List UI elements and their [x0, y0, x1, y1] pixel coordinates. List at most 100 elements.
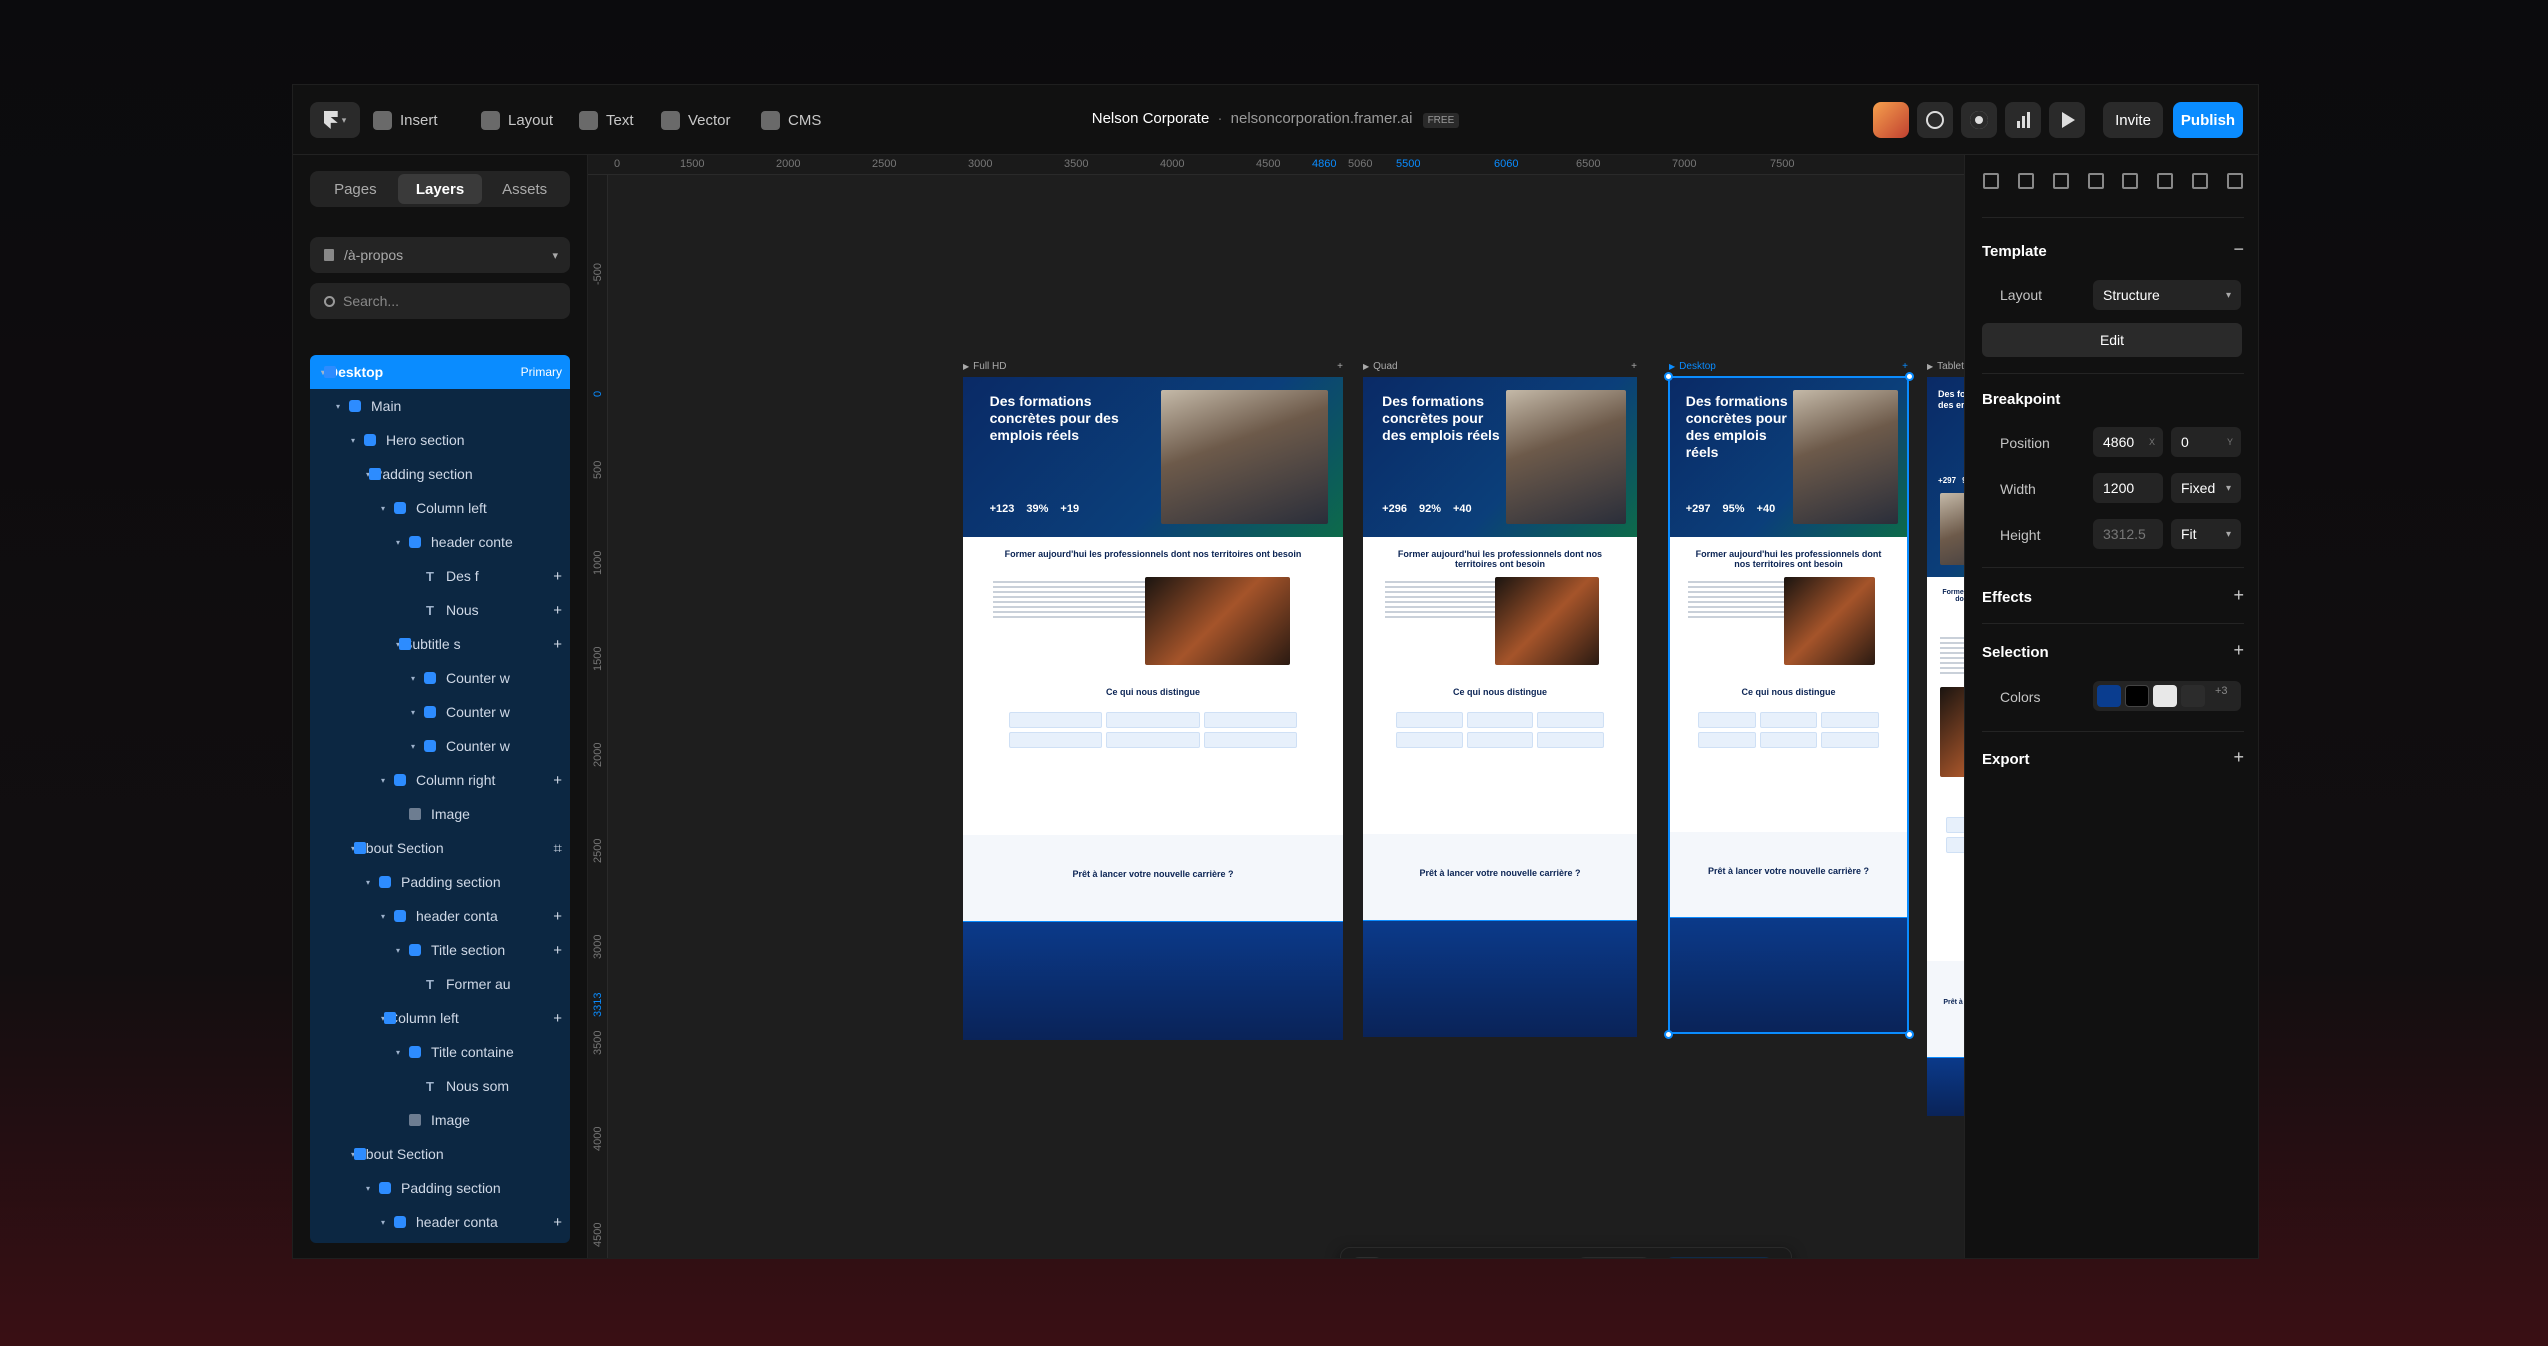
add-icon[interactable]: + — [1631, 361, 1637, 372]
layer-row[interactable]: T Des f + — [310, 559, 570, 593]
layer-row[interactable]: T Nous som — [310, 1069, 570, 1103]
page-select[interactable]: /à-propos ▾ — [310, 237, 570, 273]
frame-label[interactable]: ▶ Full HD + — [963, 359, 1343, 373]
resize-handle[interactable] — [1664, 372, 1673, 381]
expand-arrow-icon[interactable]: ▾ — [393, 946, 403, 955]
height-mode-select[interactable]: Fit ▾ — [2171, 519, 2241, 549]
layer-row[interactable]: ▾ Column right + — [310, 763, 570, 797]
breakpoint-frame[interactable]: Des formations concrètes pour des emploi… — [963, 377, 1343, 1040]
color-swatch[interactable] — [2181, 685, 2205, 707]
layer-row[interactable]: ▾ Padding section — [310, 457, 570, 491]
layer-row[interactable]: ▾ header conta + — [310, 899, 570, 933]
layer-row[interactable]: ▾ about Section ⌗ — [310, 831, 570, 865]
frame-label[interactable]: ▶ Desktop + — [1669, 359, 1908, 373]
layer-row[interactable]: ▾ about Section — [310, 1137, 570, 1171]
align-center-v-icon[interactable] — [2122, 173, 2139, 189]
expand-arrow-icon[interactable]: ▾ — [363, 878, 373, 887]
expand-arrow-icon[interactable]: ▾ — [378, 1218, 388, 1227]
layer-row[interactable]: ▾ Hero section — [310, 423, 570, 457]
expand-arrow-icon[interactable]: ▾ — [393, 538, 403, 547]
resize-handle[interactable] — [1664, 1030, 1673, 1039]
width-mode-select[interactable]: Fixed ▾ — [2171, 473, 2241, 503]
color-swatch[interactable] — [2097, 685, 2121, 707]
align-left-icon[interactable] — [1983, 173, 1999, 189]
expand-arrow-icon[interactable]: ▾ — [393, 1048, 403, 1057]
layer-row[interactable]: Image — [310, 1103, 570, 1137]
add-icon[interactable]: + — [553, 636, 562, 653]
add-icon[interactable]: + — [1337, 361, 1343, 372]
add-icon[interactable]: + — [553, 908, 562, 925]
more-colors-count[interactable]: +3 — [2209, 685, 2228, 707]
analytics-button[interactable] — [2005, 102, 2041, 138]
site-settings-button[interactable] — [1917, 102, 1953, 138]
user-avatar[interactable] — [1873, 102, 1909, 138]
expand-arrow-icon[interactable]: ▾ — [408, 708, 418, 717]
resize-handle[interactable] — [1905, 1030, 1914, 1039]
layer-row[interactable]: ▾ header conta + — [310, 1205, 570, 1239]
tab-assets[interactable]: Assets — [482, 174, 567, 204]
layer-row[interactable]: T Nous + — [310, 593, 570, 627]
layer-row[interactable]: ▾ Desktop Primary — [310, 355, 570, 389]
theme-toggle-icon[interactable]: ☀ — [1486, 1257, 1518, 1258]
align-top-icon[interactable] — [2087, 173, 2104, 189]
edit-template-button[interactable]: Edit — [1982, 323, 2242, 357]
upgrade-now-button[interactable]: Upgrade Now — [1665, 1257, 1773, 1258]
color-swatch[interactable] — [2153, 685, 2177, 707]
layer-row[interactable]: ▾ Subtitle s + — [310, 627, 570, 661]
preview-button[interactable] — [2049, 102, 2085, 138]
expand-arrow-icon[interactable]: ▾ — [378, 912, 388, 921]
play-icon[interactable]: ▶ — [1363, 362, 1369, 371]
layer-search-input[interactable]: Search... — [310, 283, 570, 319]
layer-row[interactable]: ▾ header conte — [310, 525, 570, 559]
color-swatches[interactable]: +3 — [2093, 681, 2241, 711]
add-effect-icon[interactable]: + — [2233, 585, 2244, 606]
expand-arrow-icon[interactable]: ▾ — [333, 402, 343, 411]
layer-row[interactable]: ▾ Title section + — [310, 933, 570, 967]
layer-row[interactable]: T Former au — [310, 967, 570, 1001]
play-icon[interactable]: ▶ — [1927, 362, 1933, 371]
add-export-icon[interactable]: + — [2233, 747, 2244, 768]
breakpoint-frame[interactable]: Des formations concrètes pour des emploi… — [1363, 377, 1637, 1037]
play-icon[interactable]: ▶ — [963, 362, 969, 371]
play-icon[interactable]: ▶ — [1669, 362, 1675, 371]
layer-row[interactable]: ▾ Padding section — [310, 1171, 570, 1205]
layer-row[interactable]: ▾ Counter w — [310, 695, 570, 729]
publish-button[interactable]: Publish — [2173, 102, 2243, 138]
tab-pages[interactable]: Pages — [313, 174, 398, 204]
add-icon[interactable]: + — [553, 1010, 562, 1027]
expand-arrow-icon[interactable]: ▾ — [408, 742, 418, 751]
layer-row[interactable]: ▾ Padding section — [310, 865, 570, 899]
expand-arrow-icon[interactable]: ▾ — [348, 436, 358, 445]
grid-view-icon[interactable]: ⊞ — [1531, 1257, 1563, 1258]
canvas[interactable]: 0 1500 2000 2500 3000 3500 4000 4500 4860 5060 550… — [588, 155, 2178, 1258]
layer-row[interactable]: ▾ Counter w — [310, 729, 570, 763]
invite-button[interactable]: Invite — [2103, 102, 2163, 138]
layer-row[interactable]: ▾ Counter w — [310, 661, 570, 695]
align-bottom-icon[interactable] — [2157, 173, 2174, 189]
position-y-input[interactable]: 0Y — [2171, 427, 2241, 457]
layer-row[interactable]: Image — [310, 797, 570, 831]
layer-row[interactable]: ▾ Main — [310, 389, 570, 423]
layer-row[interactable]: ▾ Column left — [310, 491, 570, 525]
width-input[interactable]: 1200 — [2093, 473, 2163, 503]
add-selection-icon[interactable]: + — [2233, 640, 2244, 661]
tab-layers[interactable]: Layers — [397, 174, 483, 204]
settings-button[interactable] — [1961, 102, 1997, 138]
add-icon[interactable]: + — [1902, 361, 1908, 372]
comment-tool-icon[interactable]: ● — [1441, 1257, 1473, 1258]
expand-arrow-icon[interactable]: ▾ — [363, 1184, 373, 1193]
expand-arrow-icon[interactable]: ▾ — [408, 674, 418, 683]
add-icon[interactable]: + — [553, 942, 562, 959]
height-input[interactable]: 3312.5 — [2093, 519, 2163, 549]
expand-arrow-icon[interactable]: ▾ — [378, 504, 388, 513]
layout-select[interactable]: Structure ▾ — [2093, 280, 2241, 310]
align-right-icon[interactable] — [2052, 173, 2069, 189]
add-icon[interactable]: + — [553, 568, 562, 585]
layer-row[interactable]: ▾ Title containe — [310, 1035, 570, 1069]
layer-row[interactable]: ▾ Column left + — [310, 1001, 570, 1035]
add-icon[interactable]: + — [553, 602, 562, 619]
collapse-icon[interactable]: − — [2233, 239, 2244, 260]
position-x-input[interactable]: 4860 X — [2093, 427, 2163, 457]
add-icon[interactable]: + — [553, 1214, 562, 1231]
zoom-select[interactable]: 17%▾ — [1577, 1257, 1651, 1258]
